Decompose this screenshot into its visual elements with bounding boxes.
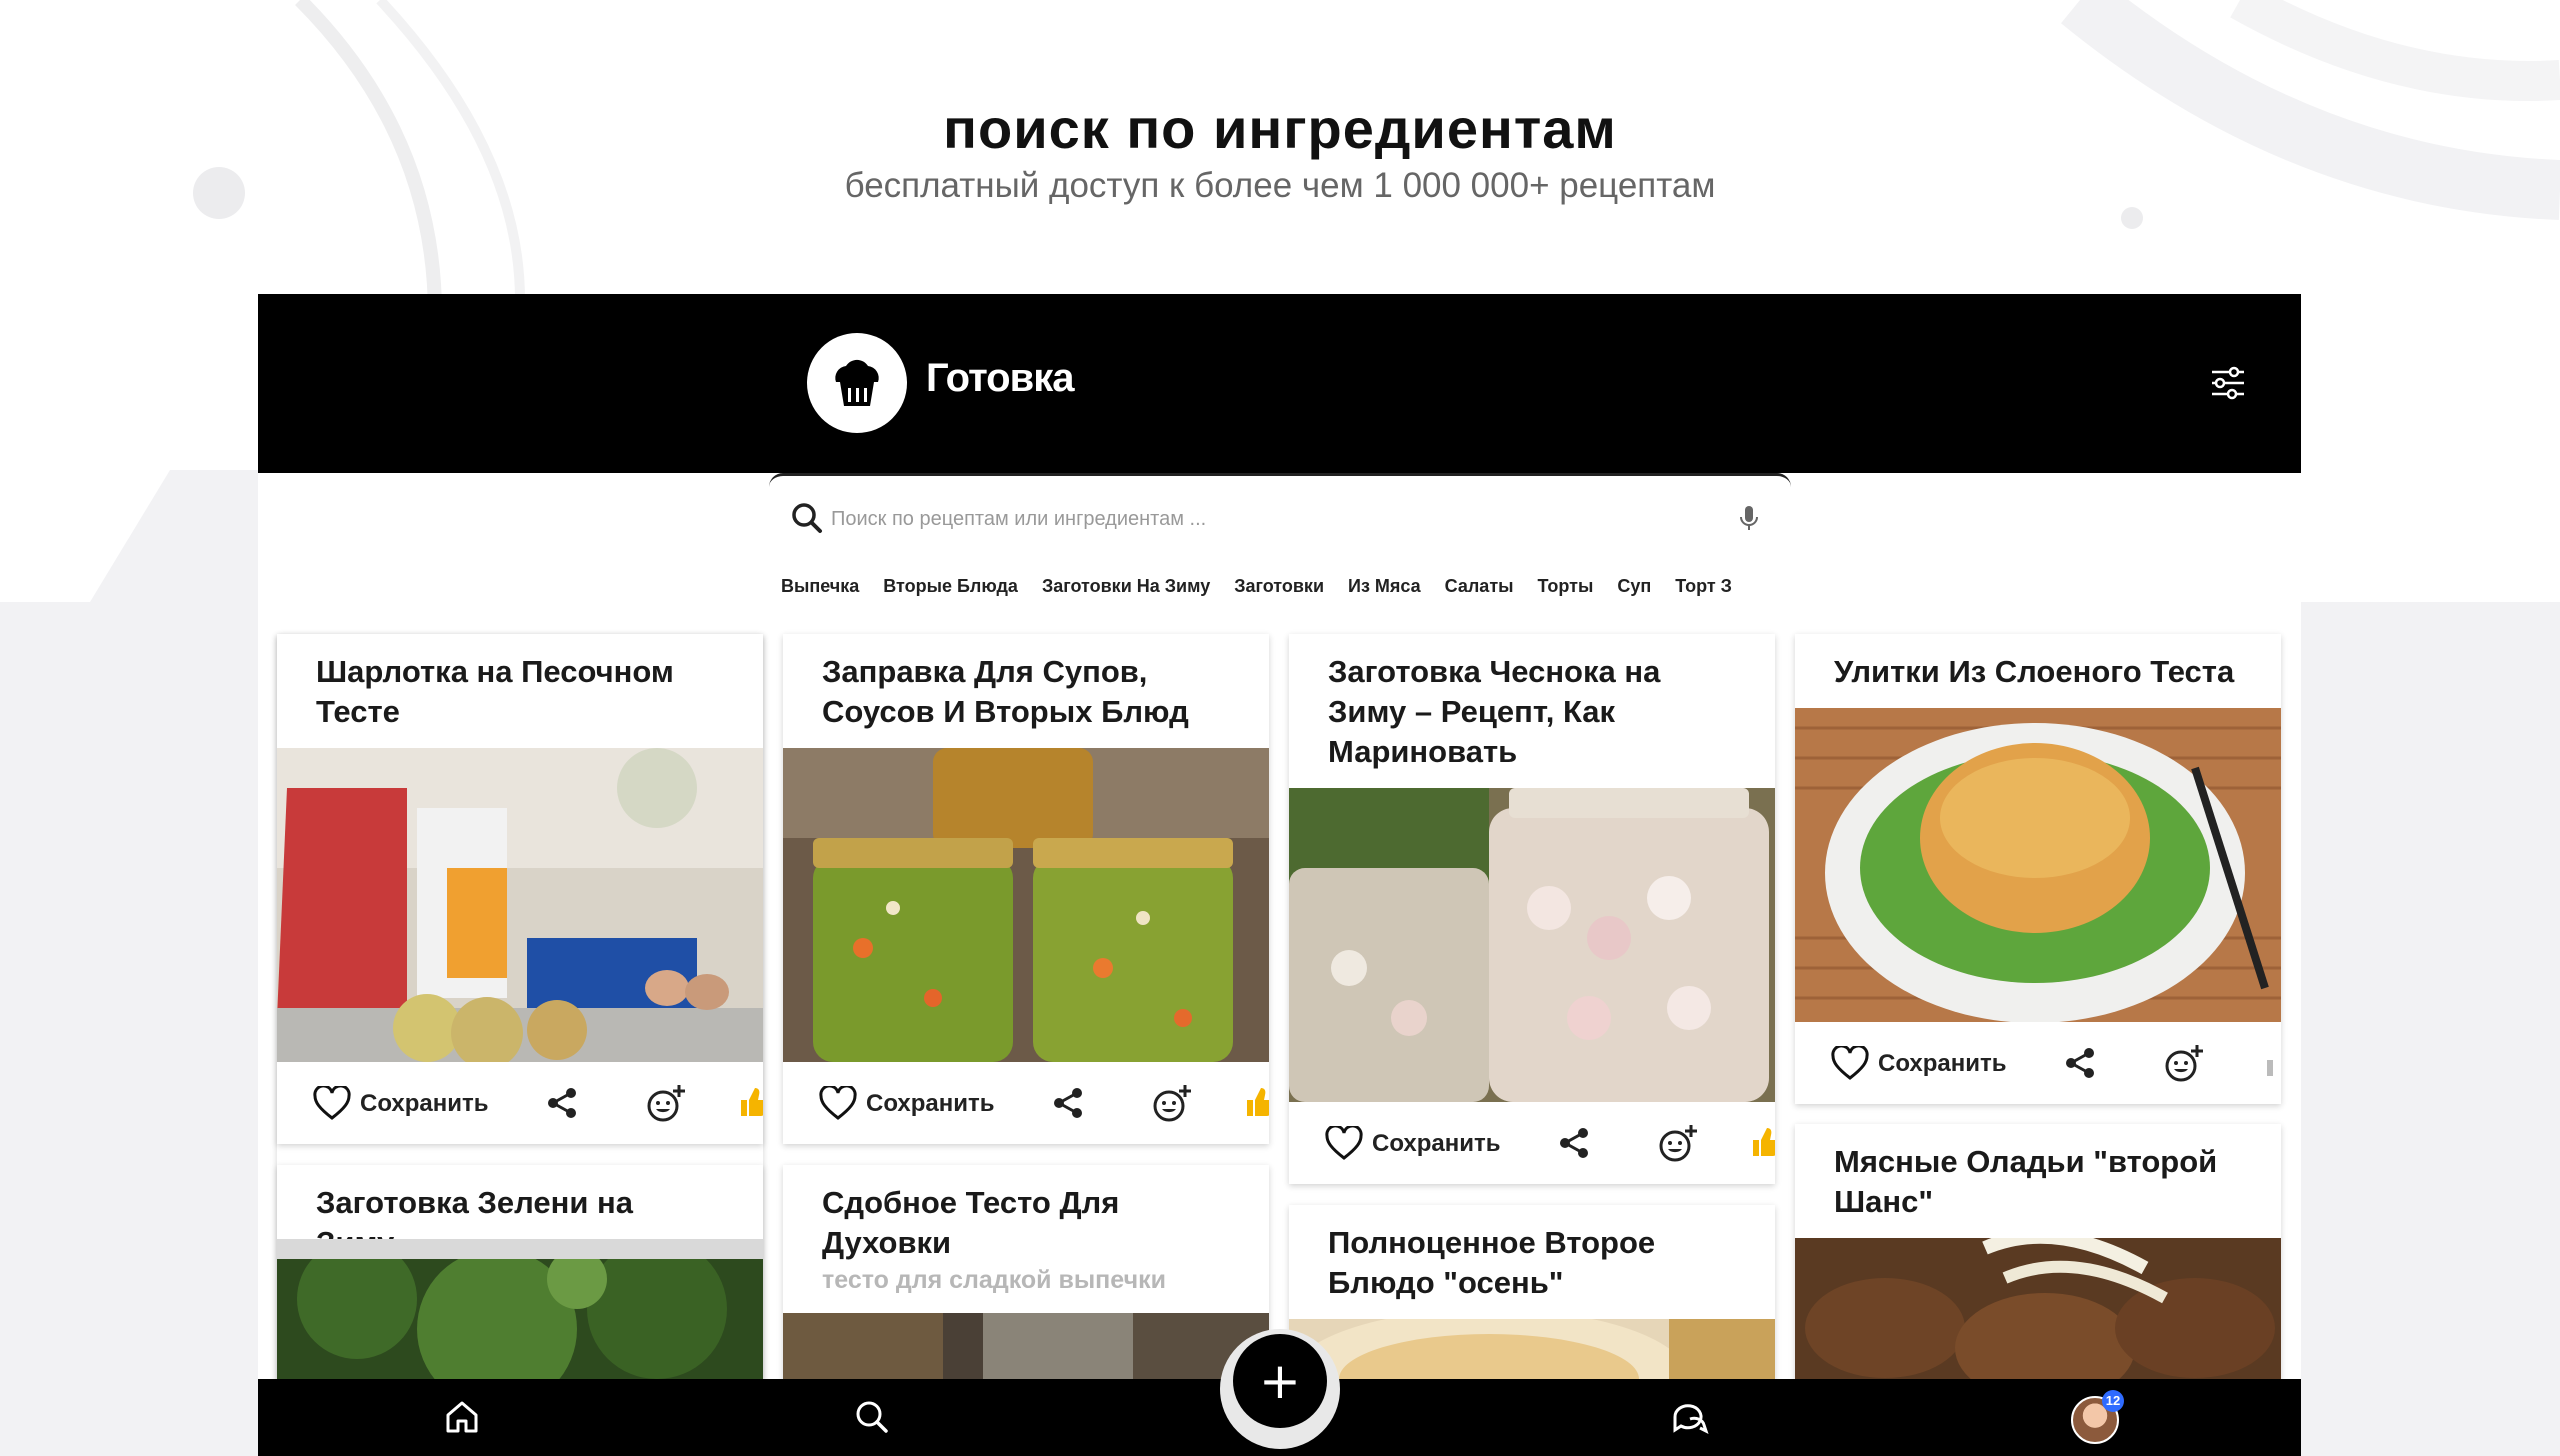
sliders-icon[interactable] [2206,361,2250,405]
card-actions: Сохранить [1795,1022,2281,1104]
search-icon[interactable] [852,1397,892,1437]
category-chip[interactable]: Суп [1605,564,1663,597]
card-actions: Сохранить [783,1062,1269,1144]
share-icon[interactable] [1051,1086,1085,1120]
category-chip[interactable]: Торты [1526,564,1606,597]
card-actions: Сохранить [1289,1102,1775,1184]
share-icon[interactable] [545,1086,579,1120]
recipe-title: Полноценное Второе Блюдо "осень" [1328,1225,1656,1300]
add-reaction-icon[interactable] [1151,1082,1193,1124]
home-icon[interactable] [442,1397,482,1437]
recipe-title: Сдобное Тесто Для Духовки [822,1185,1120,1260]
category-chip[interactable]: Выпечка [769,564,871,597]
save-button[interactable]: Сохранить [819,1084,995,1124]
app-bar: Готовка [258,294,2301,473]
thumbs-up-icon[interactable] [735,1084,763,1120]
add-reaction-icon[interactable] [1657,1122,1699,1164]
save-button[interactable]: Сохранить [1831,1044,2007,1084]
heart-icon [1831,1046,1869,1080]
chat-icon[interactable] [1670,1397,1710,1437]
chef-hat-icon [807,333,907,433]
category-chip[interactable]: Салаты [1433,564,1526,597]
category-chips: Выпечка Вторые Блюда Заготовки На Зиму Заго… [769,564,1789,608]
recipe-card[interactable]: Шарлотка на Песочном Тесте Сохранить [277,634,763,1144]
category-chip[interactable]: Торт З [1663,564,1744,597]
microphone-icon[interactable] [1731,500,1767,536]
share-icon[interactable] [2063,1046,2097,1080]
recipe-card[interactable]: Заготовка Чеснока на Зиму – Рецепт, Как … [1289,634,1775,1184]
category-chip[interactable]: Заготовки На Зиму [1030,564,1222,597]
recipe-title: Мясные Оладьи "второй Шанс" [1834,1144,2218,1219]
recipe-title: Улитки Из Слоеного Теста [1834,654,2235,689]
app-title: Готовка [926,356,1074,400]
search-icon [792,503,822,533]
recipe-photo [277,748,763,1062]
thumbs-up-icon[interactable] [1747,1124,1775,1160]
recipe-title: Заправка Для Супов, Соусов И Вторых Блюд [822,654,1189,729]
add-reaction-icon[interactable] [645,1082,687,1124]
heart-icon [313,1086,351,1120]
recipe-photo [1795,708,2281,1022]
add-icon[interactable]: + [1233,1334,1327,1428]
save-button[interactable]: Сохранить [313,1084,489,1124]
search-bar [769,473,1791,561]
heart-icon [1325,1126,1363,1160]
recipe-subtitle: тесто для сладкой выпечки [822,1266,1166,1294]
add-reaction-icon[interactable] [2163,1042,2205,1084]
search-input[interactable] [829,498,1713,540]
app-screen: Готовка ВыпечкаВторые БлюдаЗаготовки На … [258,294,2301,1456]
recipe-card[interactable]: Улитки Из Слоеного Теста Сохранить [1795,634,2281,1104]
recipe-title: Заготовка Чеснока на Зиму – Рецепт, Как … [1328,654,1661,769]
save-button[interactable]: Сохранить [1325,1124,1501,1164]
card-actions: Сохранить [277,1062,763,1144]
promo-subheadline: бесплатный доступ к более чем 1 000 000+… [844,166,1716,205]
category-chip[interactable]: Из Мяса [1336,564,1433,597]
heart-icon [819,1086,857,1120]
notification-badge: 12 [2102,1390,2124,1412]
thumbs-up-icon[interactable] [2261,1044,2281,1080]
recipe-photo [783,748,1269,1062]
recipe-card[interactable]: Заправка Для Супов, Соусов И Вторых Блюд [783,634,1269,1144]
category-chip[interactable]: Вторые Блюда [871,564,1030,597]
save-label: Сохранить [1878,1050,2007,1077]
save-label: Сохранить [1372,1130,1501,1157]
chips-fade [1758,564,1798,608]
save-label: Сохранить [360,1090,489,1117]
promo-headline: поиск по ингредиентам [943,97,1617,160]
share-icon[interactable] [1557,1126,1591,1160]
recipe-title: Шарлотка на Песочном Тесте [316,654,674,729]
save-label: Сохранить [866,1090,995,1117]
thumbs-up-icon[interactable] [1241,1084,1269,1120]
recipe-photo [1289,788,1775,1102]
category-chip[interactable]: Заготовки [1222,564,1336,597]
